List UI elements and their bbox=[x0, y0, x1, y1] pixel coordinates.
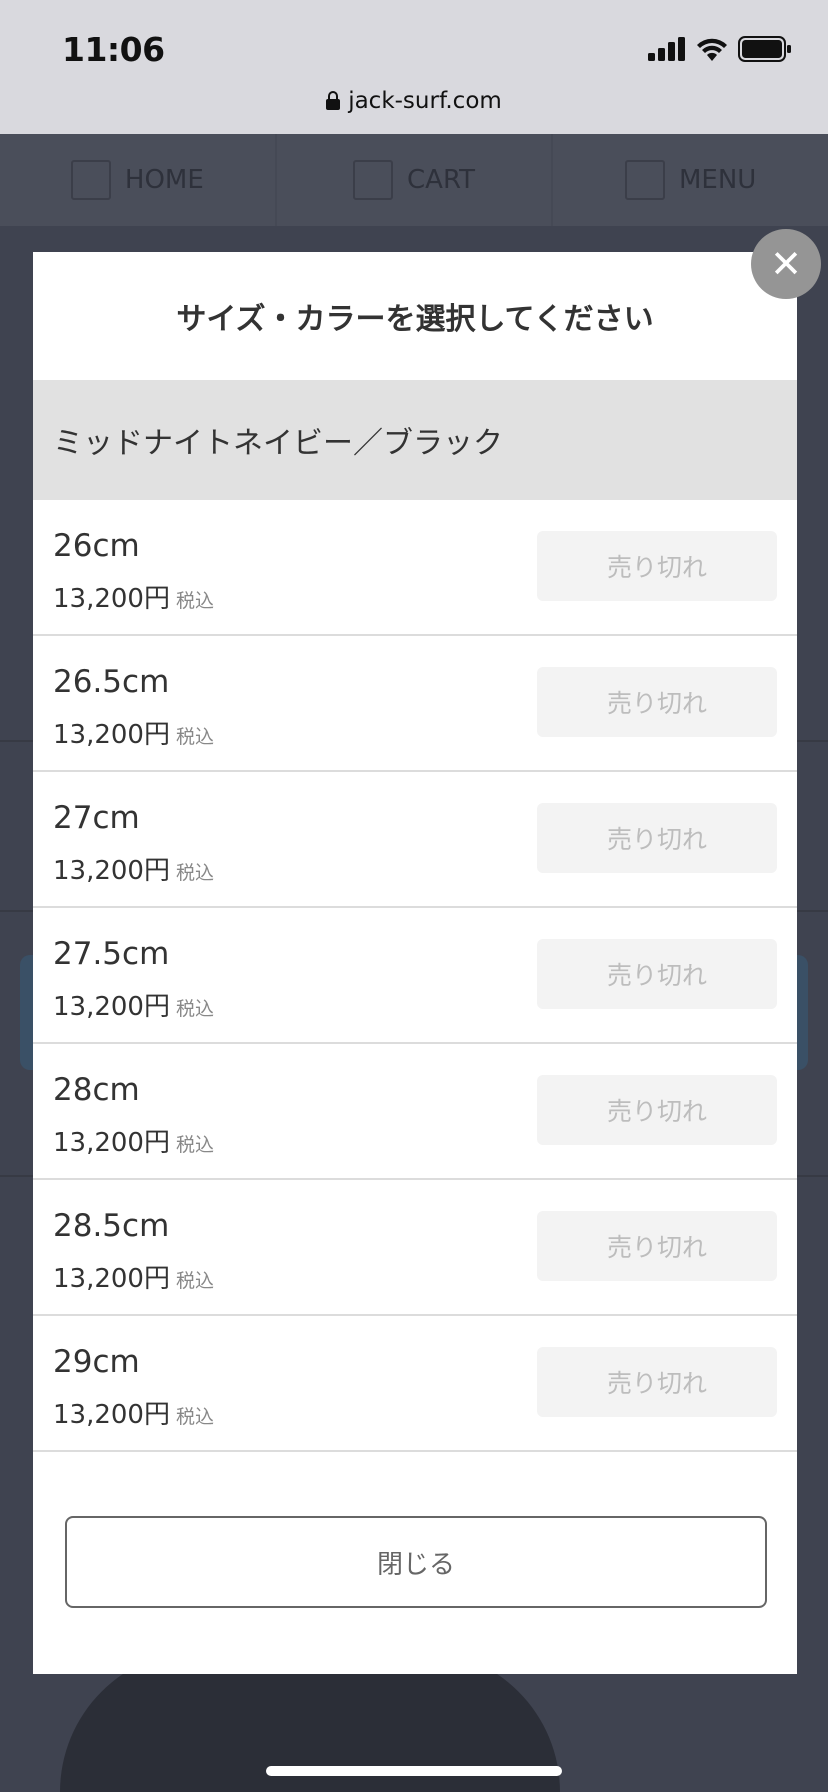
size-label: 29cm bbox=[53, 1344, 140, 1380]
tax-label: 税込 bbox=[175, 1270, 214, 1292]
size-label: 27.5cm bbox=[53, 936, 170, 972]
size-label: 27cm bbox=[53, 800, 140, 836]
nav-menu: MENU bbox=[553, 134, 828, 226]
cart-icon bbox=[353, 160, 393, 200]
size-row: 29cm 13,200円 税込 売り切れ bbox=[33, 1316, 797, 1452]
price-value: 13,200円 bbox=[53, 1264, 170, 1294]
url-text: jack-surf.com bbox=[348, 88, 502, 114]
price-label: 13,200円 税込 bbox=[53, 1394, 214, 1431]
price-value: 13,200円 bbox=[53, 1400, 170, 1430]
sold-out-button: 売り切れ bbox=[537, 1211, 777, 1281]
nav-cart: CART bbox=[277, 134, 554, 226]
price-label: 13,200円 税込 bbox=[53, 850, 214, 887]
nav-cart-label: CART bbox=[407, 165, 475, 195]
price-value: 13,200円 bbox=[53, 1128, 170, 1158]
price-label: 13,200円 税込 bbox=[53, 986, 214, 1023]
nav-home: HOME bbox=[0, 134, 277, 226]
signal-icon bbox=[648, 37, 685, 61]
nav-home-label: HOME bbox=[124, 165, 204, 195]
sold-out-button: 売り切れ bbox=[537, 1347, 777, 1417]
variant-selector-modal: サイズ・カラーを選択してください ミッドナイトネイビー／ブラック 26cm 13… bbox=[33, 252, 797, 1674]
size-row: 26cm 13,200円 税込 売り切れ bbox=[33, 500, 797, 636]
price-label: 13,200円 税込 bbox=[53, 714, 214, 751]
color-name-header: ミッドナイトネイビー／ブラック bbox=[33, 380, 797, 500]
size-label: 26cm bbox=[53, 528, 140, 564]
size-row: 28cm 13,200円 税込 売り切れ bbox=[33, 1044, 797, 1180]
size-label: 28.5cm bbox=[53, 1208, 170, 1244]
wifi-icon bbox=[697, 38, 727, 61]
menu-icon bbox=[625, 160, 665, 200]
home-icon bbox=[70, 160, 111, 200]
price-value: 13,200円 bbox=[53, 856, 170, 886]
tax-label: 税込 bbox=[175, 1406, 214, 1428]
url-bar[interactable]: jack-surf.com bbox=[0, 88, 828, 114]
close-icon[interactable]: ✕ bbox=[751, 229, 821, 299]
size-row: 27cm 13,200円 税込 売り切れ bbox=[33, 772, 797, 908]
size-row: 26.5cm 13,200円 税込 売り切れ bbox=[33, 636, 797, 772]
price-value: 13,200円 bbox=[53, 584, 170, 614]
tax-label: 税込 bbox=[175, 726, 214, 748]
size-label: 26.5cm bbox=[53, 664, 170, 700]
sold-out-button: 売り切れ bbox=[537, 531, 777, 601]
price-value: 13,200円 bbox=[53, 720, 170, 750]
price-label: 13,200円 税込 bbox=[53, 1122, 214, 1159]
battery-icon bbox=[738, 36, 791, 62]
tax-label: 税込 bbox=[175, 1134, 214, 1156]
size-row: 27.5cm 13,200円 税込 売り切れ bbox=[33, 908, 797, 1044]
size-label: 28cm bbox=[53, 1072, 140, 1108]
close-modal-button[interactable]: 閉じる bbox=[65, 1516, 767, 1608]
sold-out-button: 売り切れ bbox=[537, 939, 777, 1009]
price-value: 13,200円 bbox=[53, 992, 170, 1022]
home-indicator[interactable] bbox=[266, 1766, 562, 1776]
status-icons bbox=[648, 36, 792, 62]
status-bar: 11:06 jack-surf.com bbox=[0, 0, 828, 134]
size-row: 28.5cm 13,200円 税込 売り切れ bbox=[33, 1180, 797, 1316]
price-label: 13,200円 税込 bbox=[53, 578, 214, 615]
lock-icon bbox=[326, 91, 341, 110]
sold-out-button: 売り切れ bbox=[537, 667, 777, 737]
site-nav: HOME CART MENU bbox=[0, 134, 828, 226]
tax-label: 税込 bbox=[175, 862, 214, 884]
price-label: 13,200円 税込 bbox=[53, 1258, 214, 1295]
sold-out-button: 売り切れ bbox=[537, 803, 777, 873]
tax-label: 税込 bbox=[175, 998, 214, 1020]
modal-title: サイズ・カラーを選択してください bbox=[176, 302, 654, 337]
nav-menu-label: MENU bbox=[679, 165, 757, 195]
tax-label: 税込 bbox=[175, 590, 214, 612]
sold-out-button: 売り切れ bbox=[537, 1075, 777, 1145]
status-time: 11:06 bbox=[62, 30, 165, 69]
